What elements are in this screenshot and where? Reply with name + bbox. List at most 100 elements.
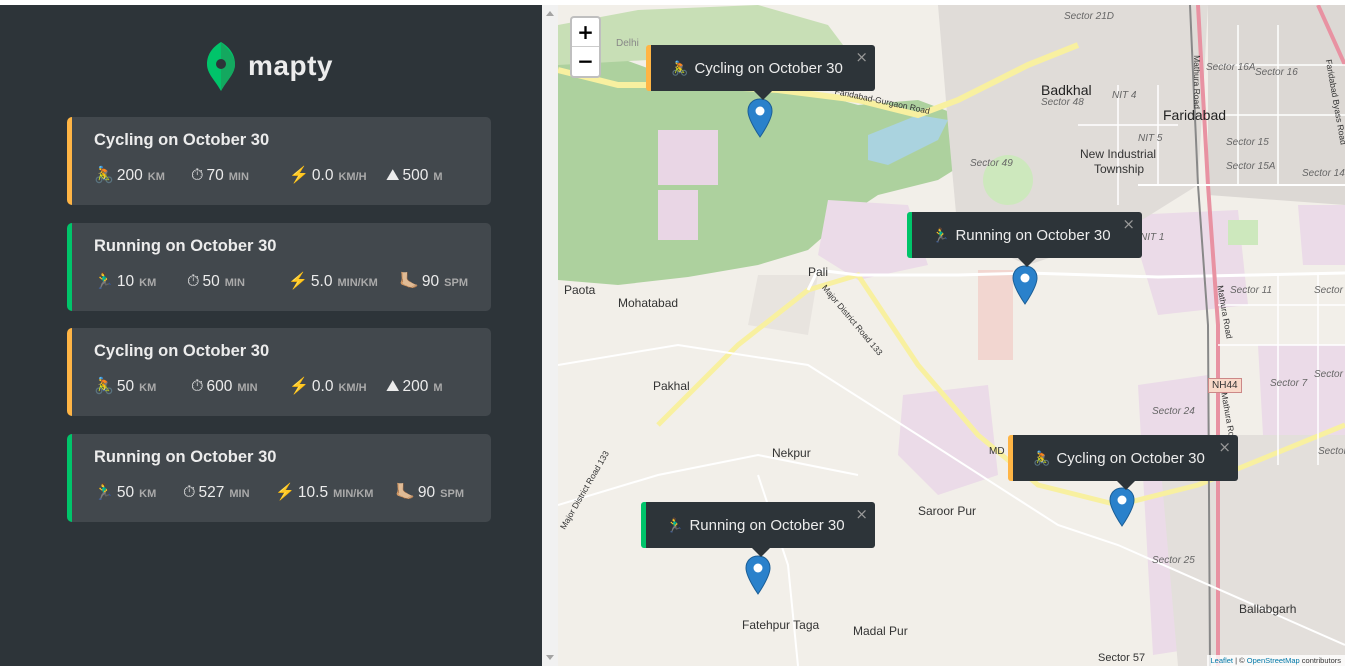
place-label: Fatehpur Taga [742,618,820,632]
workout-popup[interactable]: 🏃‍♂️ Running on October 30 × [907,212,1142,267]
zoom-in-button[interactable]: + [572,18,599,47]
sector-label: Sector 7 [1270,378,1308,389]
workout-pace: ⚡️ 10.5 min/km [275,484,374,501]
stopwatch-icon: ⏱ [191,378,204,395]
workout-duration: ⏱ 527 min [183,484,250,501]
workout-duration: ⏱ 70 min [191,167,249,184]
popup-text: Running on October 30 [955,226,1111,244]
foot-icon: 🦶🏼 [399,273,419,290]
sector-label: Sector 15 [1226,137,1269,148]
sector-label: Sector 49 [970,158,1013,169]
workout-cadence: 🦶🏼 90 spm [395,484,465,501]
workout-speed: ⚡️ 0.0 km/h [289,378,367,395]
place-label: NIT 1 [1140,232,1165,243]
workout-item[interactable]: Running on October 30 🏃‍♂️ 50 km ⏱ 527 m… [67,434,491,522]
osm-link[interactable]: OpenStreetMap [1247,656,1300,665]
zoom-control: + − [570,16,601,78]
map-marker-icon[interactable] [1109,487,1135,527]
logo: mapty [206,40,333,92]
sector-label: Sector 48 [1041,97,1084,108]
workout-distance: 🚴 200 km [94,167,165,184]
highway-badge: NH44 [1208,378,1242,393]
place-label: Sector 57 [1098,652,1146,664]
map[interactable]: Badkhal Faridabad New Industrial Townshi… [558,5,1345,666]
runner-icon: 🏃‍♂️ [666,516,684,533]
workout-title: Cycling on October 30 [94,131,270,149]
place-label: Ballabgarh [1239,602,1297,616]
place-label: Mohatabad [618,296,679,310]
sector-label: Sector 9 [1314,285,1345,296]
workout-item[interactable]: Cycling on October 30 🚴 50 km ⏱ 600 min … [67,328,491,416]
app-name: mapty [248,50,333,81]
sector-label: Sector 8 [1314,369,1345,380]
place-label: MD [989,446,1005,457]
sector-label: Sector 14 [1302,168,1345,179]
map-attribution: Leaflet | © OpenStreetMap contributors [1206,655,1345,666]
place-label: Township [1094,162,1145,176]
workout-popup[interactable]: 🏃‍♂️ Running on October 30 × [641,502,875,557]
popup-text: Cycling on October 30 [694,59,843,77]
bicycle-icon: 🚴 [94,167,114,184]
popup-text: Running on October 30 [689,516,845,534]
close-icon[interactable]: × [855,48,868,66]
bicycle-icon: 🚴 [1033,449,1051,466]
workout-duration: ⏱ 50 min [187,273,245,290]
map-marker-icon[interactable] [745,555,771,595]
place-label: Badkhal [1041,82,1092,98]
workout-popup[interactable]: 🚴 Cycling on October 30 × [1008,435,1238,490]
place-label: Delhi [616,38,639,49]
leaflet-link[interactable]: Leaflet [1211,656,1234,665]
map-pin-logo-icon [207,42,235,91]
sector-label: Sector 3 [1318,446,1345,457]
place-label: Pakhal [653,379,690,393]
workout-popup[interactable]: 🚴 Cycling on October 30 × [646,45,875,100]
sector-label: Sector 21D [1064,11,1115,22]
lightning-icon: ⚡️ [288,273,308,290]
workout-title: Running on October 30 [94,237,277,255]
sector-label: Sector 24 [1152,406,1195,417]
workout-item[interactable]: Cycling on October 30 🚴 200 km ⏱ 70 min … [67,117,491,205]
sector-label: Sector 11 [1230,285,1273,296]
workout-title: Cycling on October 30 [94,342,270,360]
place-label: NIT 5 [1138,133,1163,144]
close-icon[interactable]: × [1122,215,1135,233]
place-label: Saroor Pur [918,504,977,518]
bicycle-icon: 🚴 [671,59,689,76]
mountain-icon: ⛰ [386,167,400,184]
workout-speed: ⚡️ 0.0 km/h [289,167,367,184]
stopwatch-icon: ⏱ [183,484,196,501]
workout-duration: ⏱ 600 min [191,378,258,395]
workout-elevation: ⛰ 200 m [386,378,443,395]
place-label: Paota [564,283,596,297]
workout-item[interactable]: Running on October 30 🏃‍♂️ 10 km ⏱ 50 mi… [67,223,491,311]
scrollbar[interactable] [542,5,558,666]
map-marker-icon[interactable] [747,98,773,138]
scroll-down-arrow-icon[interactable] [546,655,554,660]
bicycle-icon: 🚴 [94,378,114,395]
zoom-out-button[interactable]: − [572,47,599,76]
close-icon[interactable]: × [855,505,868,523]
stopwatch-icon: ⏱ [187,273,200,290]
workout-elevation: ⛰ 500 m [386,167,443,184]
place-label: Madal Pur [853,624,908,638]
sector-label: Sector 16A [1206,62,1256,73]
runner-icon: 🏃‍♂️ [94,273,114,290]
place-label: Nekpur [772,446,811,460]
lightning-icon: ⚡️ [289,167,309,184]
mountain-icon: ⛰ [386,378,400,395]
popup-text: Cycling on October 30 [1056,449,1205,467]
workout-distance: 🏃‍♂️ 50 km [94,484,157,501]
workout-cadence: 🦶🏼 90 spm [399,273,469,290]
scroll-up-arrow-icon[interactable] [546,11,554,16]
stopwatch-icon: ⏱ [191,167,204,184]
workout-distance: 🚴 50 km [94,378,157,395]
map-marker-icon[interactable] [1012,265,1038,305]
sector-label: Sector 25 [1152,555,1195,566]
place-label: NIT 4 [1112,90,1137,101]
close-icon[interactable]: × [1218,438,1231,456]
lightning-icon: ⚡️ [289,378,309,395]
sector-label: Sector 16 [1255,67,1298,78]
runner-icon: 🏃‍♂️ [94,484,114,501]
place-label: Pali [808,265,829,279]
runner-icon: 🏃‍♂️ [932,226,950,243]
